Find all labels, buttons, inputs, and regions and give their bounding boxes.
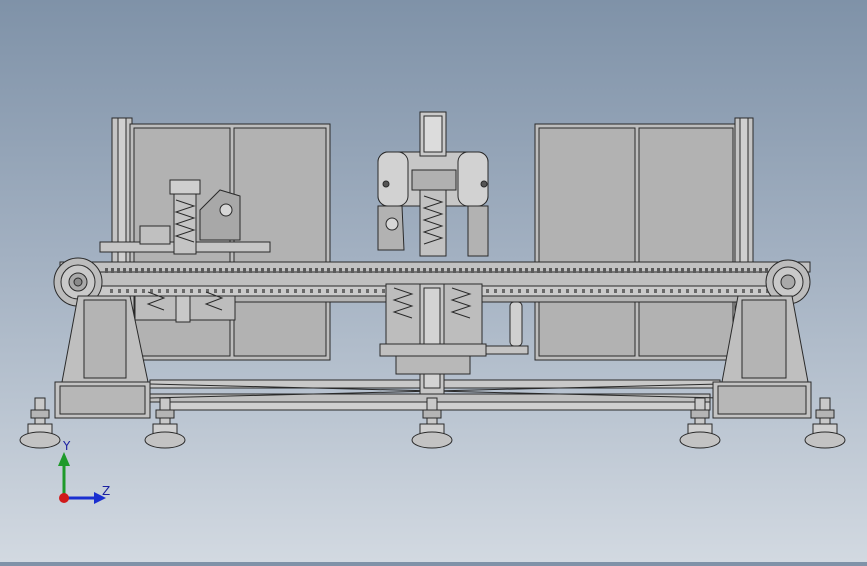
y-axis-label: Y <box>62 440 71 453</box>
assembly-model[interactable] <box>0 0 867 562</box>
y-axis-arrow <box>58 452 70 466</box>
x-axis-dot <box>59 493 69 503</box>
central-motor <box>377 111 489 257</box>
graphics-viewport[interactable] <box>0 0 867 562</box>
z-axis-label: Z <box>102 484 110 498</box>
coordinate-triad: Y Z <box>58 440 110 504</box>
right-guard-panel <box>534 117 754 381</box>
